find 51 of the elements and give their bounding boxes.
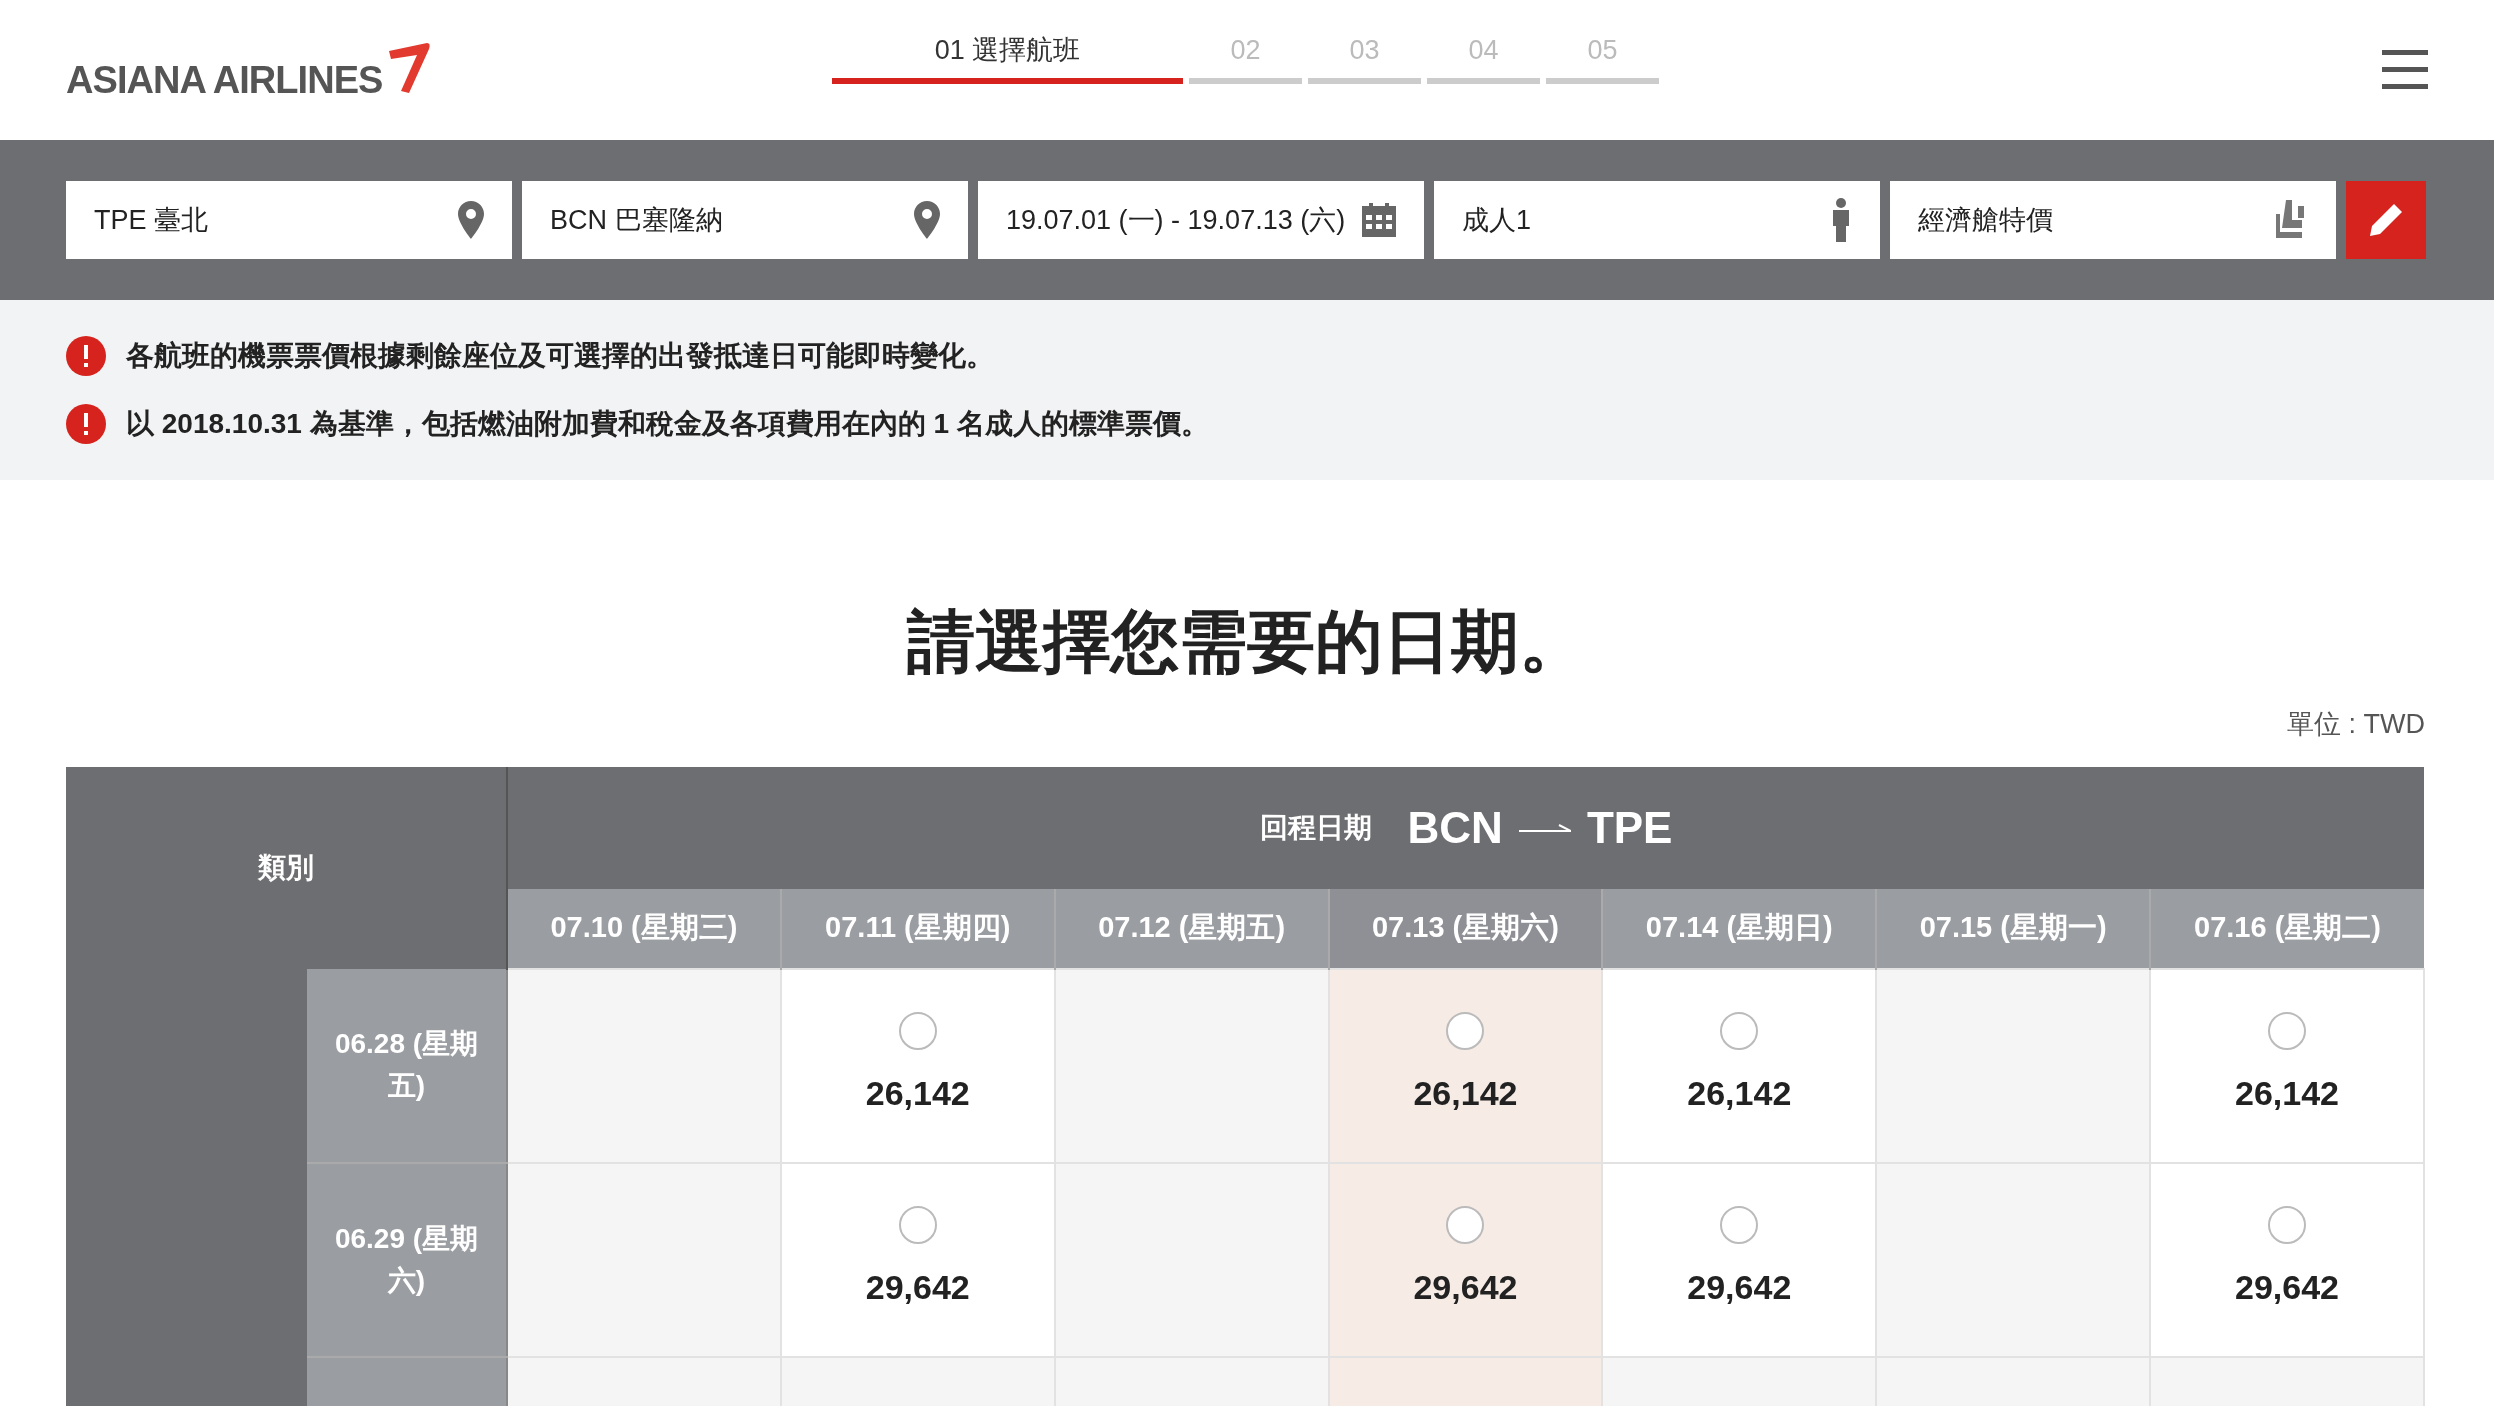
fare-price: 26,142 <box>865 1073 970 1114</box>
fare-price: 26,142 <box>1413 1073 1518 1114</box>
column-header: 07.10 (星期三) <box>507 888 781 969</box>
radio-button[interactable] <box>2268 1012 2307 1050</box>
person-icon <box>1830 198 1852 242</box>
fare-price: 26,142 <box>2235 1073 2340 1114</box>
logo[interactable]: ASIANA AIRLINES <box>66 51 383 109</box>
radio-button[interactable] <box>2268 1206 2307 1244</box>
radio-button[interactable] <box>898 1206 937 1244</box>
pin-icon <box>914 201 940 239</box>
radio-button[interactable] <box>1446 1206 1485 1244</box>
calendar-icon <box>1362 203 1396 237</box>
column-header: 07.12 (星期五) <box>1054 888 1329 969</box>
row-header: 06.28 (星期五) <box>307 968 507 1163</box>
fare-price: 29,642 <box>1687 1267 1792 1308</box>
route-origin: BCN <box>1407 801 1503 854</box>
column-header: 07.14 (星期日) <box>1602 888 1877 969</box>
search-field[interactable]: TPE 臺北 <box>66 181 512 259</box>
page-title: 請選擇您需要的日期。 <box>907 602 1587 681</box>
radio-button[interactable] <box>1720 1012 1759 1050</box>
fare-price: 29,642 <box>2235 1267 2340 1308</box>
route-destination: TPE <box>1586 801 1673 854</box>
logo-icon <box>386 40 433 95</box>
pin-icon <box>458 201 484 239</box>
search-field[interactable]: 經濟艙特價 <box>1890 181 2336 259</box>
return-date-label: 回程日期 <box>1259 810 1372 845</box>
arrow-icon <box>1518 821 1571 834</box>
fare-price: 29,642 <box>1413 1267 1518 1308</box>
menu-icon[interactable] <box>2382 50 2428 90</box>
column-header: 07.13 (星期六) <box>1328 888 1603 969</box>
search-field[interactable]: 成人1 <box>1434 181 1880 259</box>
row-header: 06.29 (星期六) <box>307 1162 507 1357</box>
notice-text: 以 2018.10.31 為基準，包括燃油附加費和稅金及各項費用在內的 1 名成人的標準票價。 <box>126 407 1209 441</box>
radio-button[interactable] <box>1720 1206 1759 1244</box>
column-header: 07.16 (星期二) <box>2150 888 2424 969</box>
fare-price: 29,642 <box>865 1267 970 1308</box>
currency-unit: 單位 : TWD <box>2287 708 2425 741</box>
pencil-icon <box>2368 202 2404 238</box>
fare-price: 26,142 <box>1687 1073 1792 1114</box>
alert-icon <box>66 336 106 376</box>
radio-button[interactable] <box>898 1012 937 1050</box>
column-header: 07.11 (星期四) <box>780 888 1055 969</box>
radio-button[interactable] <box>1446 1012 1485 1050</box>
column-header: 07.15 (星期一) <box>1876 888 2151 969</box>
edit-button[interactable] <box>2346 181 2426 259</box>
table-header: 類別 <box>66 766 507 969</box>
search-field[interactable]: 19.07.01 (一) - 19.07.13 (六) <box>978 181 1424 259</box>
step-tab[interactable]: 01 選擇航班 <box>832 30 1183 84</box>
search-field[interactable]: BCN 巴塞隆納 <box>522 181 968 259</box>
alert-icon <box>66 404 106 444</box>
notice-text: 各航班的機票票價根據剩餘座位及可選擇的出發抵達日可能即時變化。 <box>126 339 994 373</box>
